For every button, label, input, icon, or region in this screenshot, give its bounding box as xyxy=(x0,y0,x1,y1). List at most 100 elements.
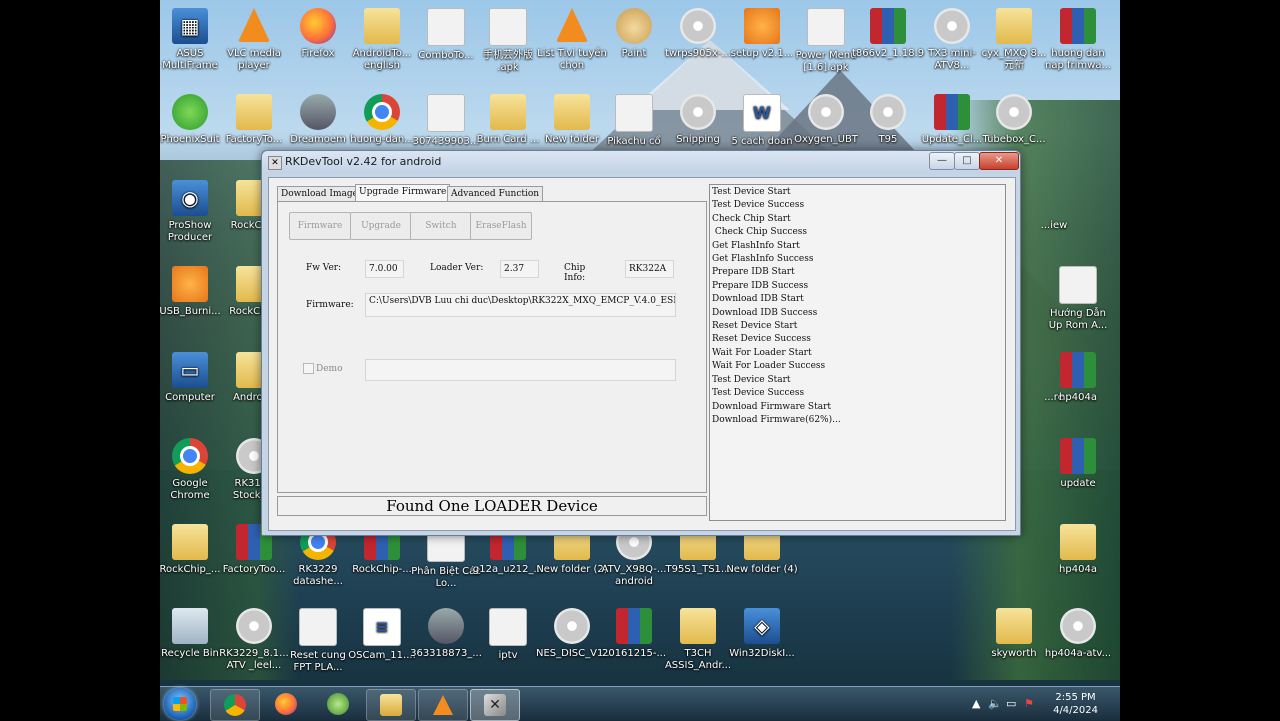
desktop-icon-setup[interactable]: setup v2.1... xyxy=(726,8,798,60)
upgrade-firmware-panel: Firmware Upgrade Switch EraseFlash Fw Ve… xyxy=(277,201,707,493)
desktop-icon-iptv[interactable]: iptv xyxy=(472,608,544,662)
taskbar-explorer[interactable] xyxy=(366,689,416,721)
start-button[interactable] xyxy=(164,688,196,720)
desktop-icon-huong-dan-up-rom[interactable]: Hướng Dẫn Up Rom A... xyxy=(1042,266,1114,332)
desktop-icon-usb-burning[interactable]: USB_Burni... xyxy=(160,266,226,318)
demo-field[interactable] xyxy=(365,359,676,381)
taskbar-vlc[interactable] xyxy=(418,689,468,721)
desktop-icon-google-chrome[interactable]: Google Chrome xyxy=(160,438,226,502)
minimize-button[interactable]: — xyxy=(929,152,955,170)
desktop-icon-tubebox[interactable]: Tubebox_C... xyxy=(978,94,1050,146)
flag-icon[interactable]: ⚑ xyxy=(1024,697,1034,710)
log-line: Get FlashInfo Success xyxy=(712,254,814,265)
tab-download-image[interactable]: Download Image xyxy=(277,186,362,202)
firefox-icon xyxy=(275,693,297,715)
firmware-path-field[interactable]: C:\Users\DVB Luu chi duc\Desktop\RK322X_… xyxy=(365,293,676,317)
log-line: Test Device Success xyxy=(712,200,805,211)
maximize-button[interactable]: □ xyxy=(954,152,980,170)
desktop-icon-vlc[interactable]: VLC media player xyxy=(218,8,290,72)
app-icon xyxy=(327,693,349,715)
desktop-icon-computer[interactable]: ▭ Computer xyxy=(160,352,226,404)
desktop-icon-snipping[interactable]: Snipping xyxy=(662,94,734,146)
desktop-icon-t95[interactable]: T95 xyxy=(852,94,924,146)
archive-icon xyxy=(1060,8,1096,44)
folder-icon xyxy=(490,94,526,130)
log-line: Prepare IDB Start xyxy=(712,267,795,278)
desktop-icon-paint[interactable]: Paint xyxy=(598,8,670,60)
close-button[interactable]: ✕ xyxy=(979,152,1019,170)
disc-icon xyxy=(236,608,272,644)
desktop-icon-hp404a-rar[interactable]: hp404a xyxy=(1042,352,1114,404)
eraseflash-button[interactable]: EraseFlash xyxy=(470,212,532,240)
desktop-icon-hp404a-folder[interactable]: hp404a xyxy=(1042,524,1114,576)
desktop-icon-hp404a-atv[interactable]: hp404a-atv... xyxy=(1042,608,1114,660)
taskbar-chrome[interactable] xyxy=(210,689,260,721)
clock[interactable]: 2:55 PM 4/4/2024 xyxy=(1053,691,1098,717)
log-line: Download Firmware(62%)... xyxy=(712,414,841,425)
log-line: Reset Device Success xyxy=(712,334,811,345)
desktop-icon-oscam[interactable]: ≡ OSCam_11.... xyxy=(346,608,418,662)
loader-ver-value: 2.37 xyxy=(500,260,539,278)
snipping-icon xyxy=(680,94,716,130)
disc-icon xyxy=(870,94,906,130)
archive-icon xyxy=(934,94,970,130)
desktop-icon-factorytool[interactable]: FactoryTo... xyxy=(218,94,290,146)
demo-checkbox[interactable] xyxy=(303,363,314,374)
desktop-icon-twrp[interactable]: twrps905x-... xyxy=(662,8,734,60)
desktop-icon-recycle-bin[interactable]: Recycle Bin xyxy=(160,608,226,660)
upgrade-button[interactable]: Upgrade xyxy=(350,212,412,240)
desktop-icon-win32diskimager[interactable]: ◈ Win32DiskI... xyxy=(726,608,798,660)
network-icon[interactable]: ▭ xyxy=(1006,697,1016,710)
desktop-icon-rk3229-8[interactable]: RK3229_8.1... ATV _leel... xyxy=(218,608,290,672)
desktop-icon-pikachu[interactable]: Pikachu cổ xyxy=(598,94,670,148)
tray-expand-icon[interactable]: ▲ xyxy=(972,697,980,710)
desktop-icon-huong-dan-chrome[interactable]: huong-dan... xyxy=(346,94,418,146)
desktop-icon-view[interactable]: ...iew xyxy=(1018,180,1090,232)
status-bar: Found One LOADER Device xyxy=(277,496,707,516)
desktop-icon-update[interactable]: update xyxy=(1042,438,1114,490)
desktop-icon-t866[interactable]: t866v2_1.18.9 xyxy=(852,8,924,60)
disc-icon xyxy=(808,94,844,130)
desktop-icon-asus-multiframe[interactable]: ▦ ASUS MultiFrame xyxy=(160,8,226,72)
desktop-icon-cyx[interactable]: cyx_MXQ 8... 元新 xyxy=(978,8,1050,72)
desktop-icon-phoenixsuit[interactable]: PhoenixSuit xyxy=(160,94,226,146)
taskbar-rkdevtool[interactable]: ✕ xyxy=(470,689,520,721)
desktop-icon-dreamoem[interactable]: Dreamoem xyxy=(282,94,354,146)
fw-ver-label: Fw Ver: xyxy=(306,263,342,273)
firmware-button[interactable]: Firmware xyxy=(289,212,351,240)
desktop-icon-skyworth[interactable]: skyworth xyxy=(978,608,1050,660)
volume-icon[interactable]: 🔈 xyxy=(988,697,1002,710)
log-panel[interactable]: Test Device Start Test Device Success Chec… xyxy=(709,184,1006,521)
tab-advanced-function[interactable]: Advanced Function xyxy=(447,186,544,202)
system-tray: ▲ 🔈 ▭ ⚑ 2:55 PM 4/4/2024 xyxy=(960,687,1120,721)
switch-button[interactable]: Switch xyxy=(410,212,472,240)
folder-icon xyxy=(172,524,208,560)
log-line: Get FlashInfo Start xyxy=(712,240,800,251)
log-line: Reset Device Start xyxy=(712,321,798,332)
clock-time: 2:55 PM xyxy=(1055,692,1096,703)
tab-upgrade-firmware[interactable]: Upgrade Firmware xyxy=(355,184,451,202)
taskbar: ✕ ▲ 🔈 ▭ ⚑ 2:55 PM 4/4/2024 xyxy=(160,686,1120,721)
demo-label: Demo xyxy=(316,364,343,374)
desktop-icon-burn-card[interactable]: Burn Card ... xyxy=(472,94,544,146)
vlc-icon xyxy=(556,8,588,42)
rkdevtool-window: ✕ RKDevTool v2.42 for android — □ ✕ Down… xyxy=(261,150,1021,536)
taskbar-firefox[interactable] xyxy=(262,689,310,719)
desktop-icon-reset-cung[interactable]: Reset cung FPT PLA... xyxy=(282,608,354,674)
desktop-icon-5-cach-doan[interactable]: W5 cach doan xyxy=(726,94,798,148)
desktop-icon-firefox[interactable]: Firefox xyxy=(282,8,354,60)
desktop-icon-apk[interactable]: 手机芸外版 .apk xyxy=(472,8,544,74)
video-icon xyxy=(428,608,464,644)
computer-icon: ▭ xyxy=(172,352,208,388)
window-title: RKDevTool v2.42 for android xyxy=(285,155,442,168)
desktop-icon-androidtool[interactable]: AndroidTo... english xyxy=(346,8,418,72)
desktop-icon-huong-dan[interactable]: huong dan nap frimwa... xyxy=(1042,8,1114,72)
desktop-icon-20161215[interactable]: 20161215-... xyxy=(598,608,670,660)
desktop-icon-rockchip-3[interactable]: RockChip_... xyxy=(160,524,226,576)
desktop-icon-proshow[interactable]: ◉ ProShow Producer xyxy=(160,180,226,244)
desktop-icon-t3ch[interactable]: T3CH ASSIS_Andr... xyxy=(662,608,734,672)
taskbar-app-green[interactable] xyxy=(314,689,362,719)
file-icon xyxy=(299,608,337,646)
vlc-icon xyxy=(238,8,270,42)
title-bar[interactable]: ✕ RKDevTool v2.42 for android — □ ✕ xyxy=(262,151,1020,173)
